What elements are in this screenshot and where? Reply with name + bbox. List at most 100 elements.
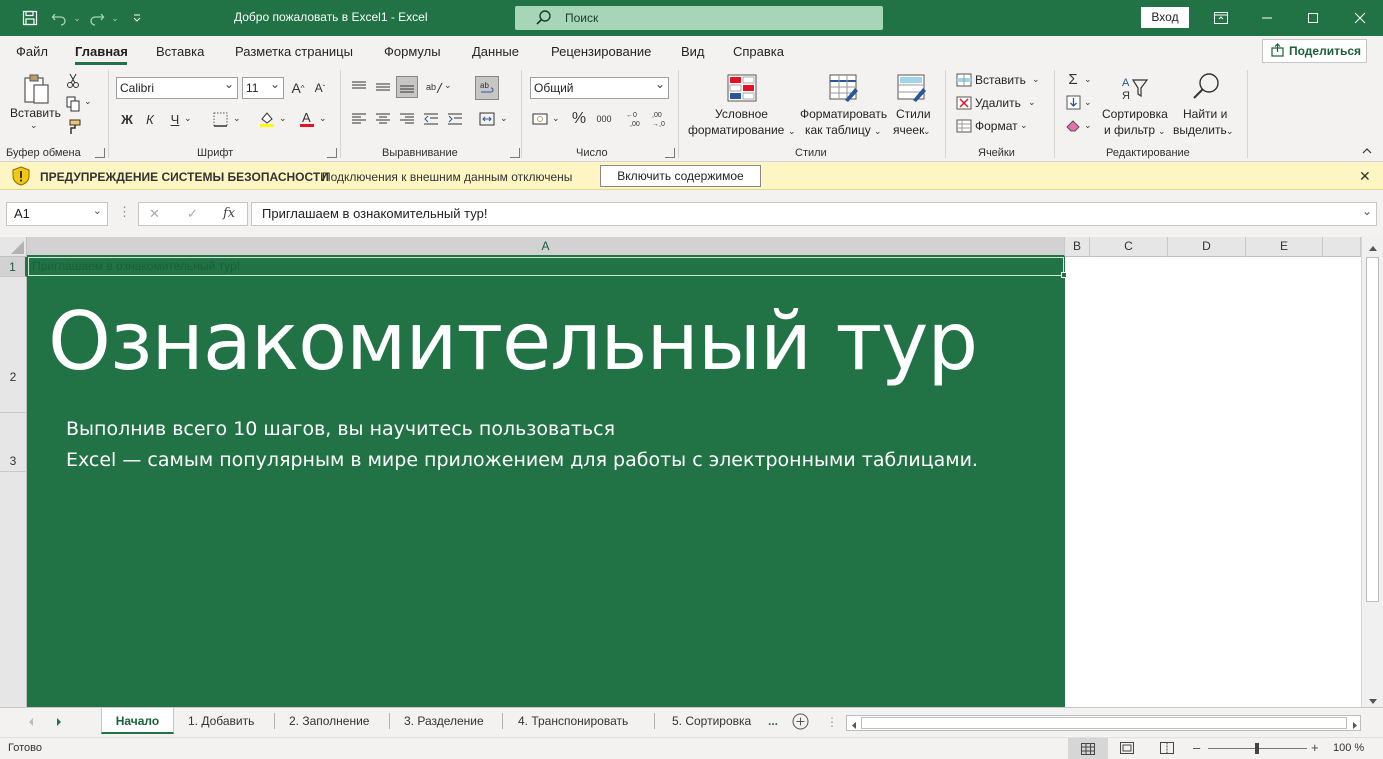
zoom-slider-thumb[interactable] <box>1255 743 1259 754</box>
format-as-table-dropdown-icon[interactable]: ⌄ <box>874 126 882 137</box>
underline-button[interactable]: Ч <box>166 110 184 128</box>
format-as-table-label-1[interactable]: Форматировать <box>800 107 887 122</box>
prev-sheet-icon[interactable] <box>27 716 35 730</box>
scroll-up-icon[interactable] <box>1368 241 1378 255</box>
align-middle-icon[interactable] <box>374 78 392 96</box>
zoom-out-icon[interactable]: – <box>1193 740 1200 755</box>
format-cells-icon[interactable] <box>955 118 973 134</box>
percent-icon[interactable]: % <box>570 110 588 128</box>
vertical-scrollbar[interactable] <box>1361 237 1383 707</box>
cut-icon[interactable] <box>64 72 82 90</box>
wrap-text-icon[interactable]: ab <box>475 76 499 100</box>
autosum-icon[interactable]: Σ <box>1064 70 1082 88</box>
column-header-c[interactable]: C <box>1090 237 1168 257</box>
fill-handle[interactable] <box>1061 272 1067 278</box>
sheet-tab-start[interactable]: Начало <box>101 708 174 734</box>
close-warning-icon[interactable]: ✕ <box>1359 168 1371 185</box>
column-header-a[interactable]: A <box>27 237 1065 257</box>
select-all-corner[interactable] <box>0 237 27 257</box>
format-as-table-icon[interactable] <box>828 72 860 104</box>
align-center-icon[interactable] <box>374 110 392 128</box>
insert-cells-icon[interactable] <box>955 72 973 88</box>
conditional-formatting-icon[interactable] <box>726 72 758 104</box>
tab-home[interactable]: Главная <box>75 44 128 59</box>
font-color-dropdown-icon[interactable]: ⌄ <box>319 113 327 124</box>
formula-input[interactable]: Приглашаем в ознакомительный тур! ⌄ <box>251 202 1377 226</box>
format-painter-icon[interactable] <box>64 118 82 136</box>
copy-icon[interactable] <box>64 95 82 113</box>
sheet-tab-sort[interactable]: 5. Сортировка <box>672 708 751 734</box>
collapse-ribbon-icon[interactable] <box>1360 144 1374 158</box>
page-break-view-icon[interactable] <box>1160 742 1174 757</box>
font-name-select[interactable]: Calibri <box>116 74 238 99</box>
alignment-launcher-icon[interactable] <box>510 148 520 158</box>
font-color-icon[interactable]: A <box>297 109 317 129</box>
tab-formulas[interactable]: Формулы <box>384 44 441 59</box>
row-header-1[interactable]: 1 <box>0 257 27 277</box>
close-icon[interactable] <box>1337 0 1383 36</box>
increase-font-icon[interactable]: A ^ <box>289 79 307 97</box>
accounting-format-icon[interactable] <box>531 110 551 128</box>
increase-indent-icon[interactable] <box>446 110 464 128</box>
paste-icon[interactable] <box>20 72 54 106</box>
scroll-left-icon[interactable] <box>850 719 858 733</box>
ribbon-display-icon[interactable] <box>1198 0 1244 36</box>
font-launcher-icon[interactable] <box>327 148 337 158</box>
merge-dropdown-icon[interactable]: ⌄ <box>500 113 508 124</box>
tab-view[interactable]: Вид <box>681 44 705 59</box>
insert-function-icon[interactable]: fx <box>223 206 235 221</box>
conditional-formatting-dropdown-icon[interactable]: ⌄ <box>788 126 796 137</box>
cell-styles-dropdown-icon[interactable]: ⌄ <box>923 126 931 137</box>
sort-filter-dropdown-icon[interactable]: ⌄ <box>1158 126 1166 137</box>
fill-dropdown-icon[interactable]: ⌄ <box>1084 97 1092 108</box>
cancel-icon[interactable]: ✕ <box>149 206 160 222</box>
cell-styles-label-1[interactable]: Стили <box>896 107 931 122</box>
paste-dropdown-icon[interactable]: ⌄ <box>30 120 38 131</box>
tab-page-layout[interactable]: Разметка страницы <box>235 44 353 59</box>
redo-icon[interactable] <box>88 9 106 27</box>
sheet-tab-add[interactable]: 1. Добавить <box>188 708 254 734</box>
format-as-table-label-2[interactable]: как таблицу <box>805 123 871 138</box>
font-size-select[interactable]: 11 <box>242 74 284 99</box>
tab-help[interactable]: Справка <box>733 44 784 59</box>
number-launcher-icon[interactable] <box>665 148 675 158</box>
borders-icon[interactable] <box>211 110 229 128</box>
scroll-right-icon[interactable] <box>1351 719 1359 733</box>
orientation-icon[interactable]: ab <box>424 77 444 97</box>
delete-cells-dropdown-icon[interactable]: ⌄ <box>1028 97 1036 108</box>
normal-view-icon[interactable] <box>1068 738 1108 759</box>
number-format-select[interactable]: Общий <box>530 74 669 99</box>
zoom-level[interactable]: 100 % <box>1333 742 1364 754</box>
autosum-dropdown-icon[interactable]: ⌄ <box>1084 74 1092 85</box>
format-cells-label[interactable]: Формат <box>975 119 1018 134</box>
merge-center-icon[interactable] <box>477 109 497 129</box>
comma-style-icon[interactable]: 000 <box>594 110 614 128</box>
clipboard-launcher-icon[interactable] <box>95 148 105 158</box>
sheet-tab-transpose[interactable]: 4. Транспонировать <box>518 708 628 734</box>
delete-cells-icon[interactable] <box>955 95 973 111</box>
name-box-dropdown-icon[interactable]: ⌄ <box>93 200 102 222</box>
accounting-dropdown-icon[interactable]: ⌄ <box>552 113 560 124</box>
add-sheet-icon[interactable] <box>792 713 809 733</box>
cell-styles-label-2[interactable]: ячеек <box>893 123 924 138</box>
find-select-label-1[interactable]: Найти и <box>1183 107 1227 122</box>
vertical-scroll-thumb[interactable] <box>1366 257 1379 602</box>
maximize-icon[interactable] <box>1290 0 1336 36</box>
horizontal-scroll-thumb[interactable] <box>861 717 1347 729</box>
tab-split-grip-icon[interactable]: ⋮ <box>826 715 838 729</box>
enable-content-button[interactable]: Включить содержимое <box>600 165 761 187</box>
sort-filter-icon[interactable]: AЯ <box>1118 72 1150 104</box>
search-box[interactable]: Поиск <box>515 6 883 30</box>
column-header-b[interactable]: B <box>1065 237 1090 257</box>
save-icon[interactable] <box>21 9 39 27</box>
clear-icon[interactable] <box>1064 116 1082 134</box>
tab-review[interactable]: Рецензирование <box>551 44 651 59</box>
column-header-d[interactable]: D <box>1168 237 1246 257</box>
bold-button[interactable]: Ж <box>118 110 136 128</box>
align-top-icon[interactable] <box>350 78 368 96</box>
conditional-formatting-label-1[interactable]: Условное <box>715 107 768 122</box>
column-header-f[interactable] <box>1323 237 1361 257</box>
row-header-3[interactable]: 3 <box>0 413 27 472</box>
align-right-icon[interactable] <box>398 110 416 128</box>
enter-icon[interactable]: ✓ <box>187 206 198 222</box>
